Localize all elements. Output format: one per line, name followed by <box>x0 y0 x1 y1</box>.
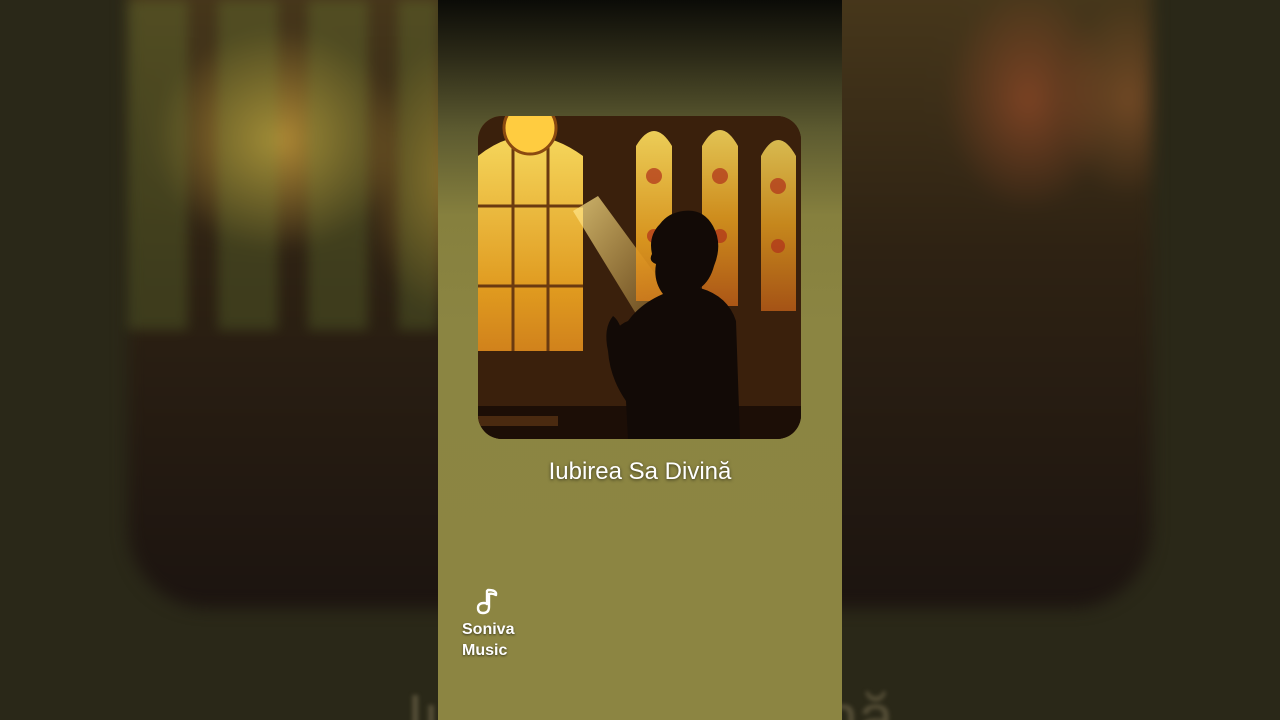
album-cover <box>478 116 801 439</box>
song-title: Iubirea Sa Divină <box>548 458 732 485</box>
brand-name: Soniva Music <box>462 621 515 659</box>
channel-brand[interactable]: Soniva Music <box>462 587 532 661</box>
video-frame[interactable]: Iubirea Sa Divină Soniva Music <box>438 0 842 720</box>
music-note-icon <box>476 588 498 615</box>
blurred-backdrop-windows <box>128 0 438 330</box>
cover-illustration <box>478 116 801 439</box>
